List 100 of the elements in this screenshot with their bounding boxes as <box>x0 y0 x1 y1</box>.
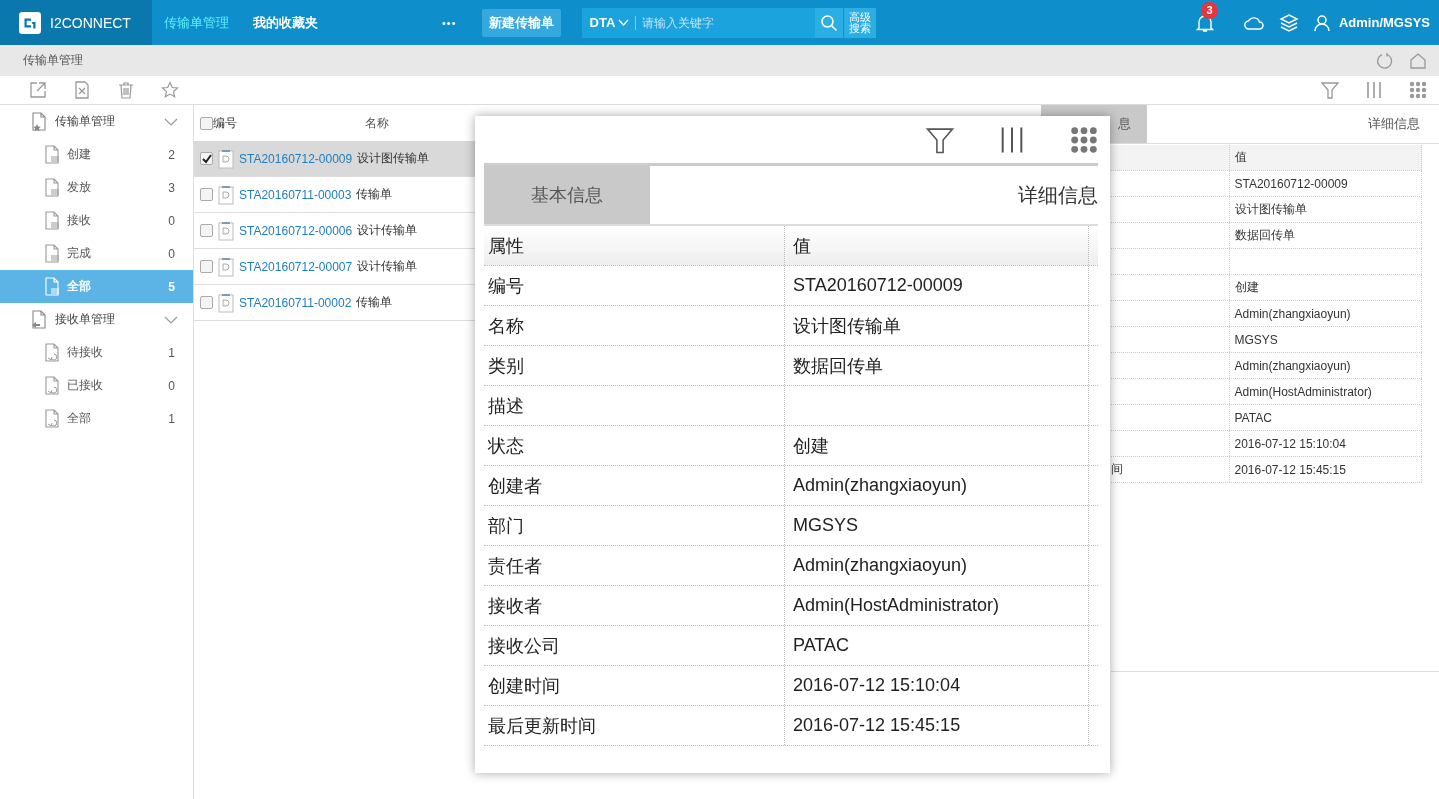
table-cell-text: 创建 <box>793 434 829 458</box>
document-icon <box>45 244 61 263</box>
table-cell: PATAC <box>793 635 849 656</box>
item-count: 0 <box>168 213 175 228</box>
row-checkbox[interactable] <box>200 296 213 309</box>
table-cell: PATAC <box>1234 410 1272 425</box>
user-icon[interactable] <box>1313 13 1331 32</box>
table-cell: 描述 <box>484 386 785 425</box>
column-header: 值 <box>1229 145 1422 170</box>
table-cell: STA20160712-00009 <box>793 275 963 296</box>
table-cell-text: 间 <box>1110 461 1123 478</box>
table-cell: 设计图传输单 <box>1234 201 1307 218</box>
sidebar-item[interactable]: 接收 0 <box>0 204 193 237</box>
table-cell: Admin(zhangxiaoyun) <box>793 555 968 576</box>
document-icon <box>45 376 61 395</box>
table-cell: 创建时间 <box>484 666 785 705</box>
sidebar-item[interactable]: 已接收 0 <box>0 369 193 402</box>
table-cell: 创建 <box>1234 279 1259 296</box>
table-cell-text: 设计图传输单 <box>793 314 901 338</box>
document-icon <box>45 409 61 428</box>
document-link[interactable]: STA20160711-00003 <box>239 187 352 202</box>
table-cell: 传输单 <box>356 186 393 203</box>
item-count: 5 <box>168 279 175 294</box>
document-icon <box>45 343 61 362</box>
logo-icon <box>19 11 41 34</box>
item-count: 2 <box>168 147 175 162</box>
document-link[interactable]: STA20160712-00007 <box>239 259 353 274</box>
table-cell: 设计图传输单 <box>357 150 430 167</box>
select-all-checkbox[interactable] <box>200 116 213 130</box>
item-count: 3 <box>168 180 175 195</box>
document-icon <box>218 148 234 169</box>
sidebar-item[interactable]: 全部 1 <box>0 402 193 435</box>
nav-tab[interactable]: 我的收藏夹 <box>241 13 330 32</box>
document-icon <box>45 178 61 197</box>
table-cell: 部门 <box>484 506 785 545</box>
star-icon[interactable] <box>161 81 179 99</box>
search-button[interactable] <box>814 7 843 38</box>
sidebar-item[interactable]: 完成 0 <box>0 237 193 270</box>
item-count: 0 <box>168 246 175 261</box>
layers-icon[interactable] <box>1279 12 1299 33</box>
table-cell: 2016-07-12 15:45:15 <box>793 715 961 736</box>
table-cell: MGSYS <box>793 515 858 536</box>
table-cell: 接收者 <box>484 586 785 625</box>
filter-icon[interactable] <box>926 125 954 154</box>
column-header: 属性 <box>484 226 785 265</box>
table-cell: 设计传输单 <box>357 222 418 239</box>
table-cell: 2016-07-12 15:10:04 <box>793 675 961 696</box>
table-cell: 2016-07-12 15:10:04 <box>1234 436 1346 451</box>
document-link[interactable]: STA20160712-00006 <box>239 223 353 238</box>
refresh-icon[interactable] <box>1376 51 1394 70</box>
sidebar-group[interactable]: 接收单管理 <box>0 303 193 336</box>
table-cell: 2016-07-12 15:45:15 <box>1234 462 1346 477</box>
document-link[interactable]: STA20160711-00002 <box>239 295 352 310</box>
sidebar-item[interactable]: 发放 3 <box>0 171 193 204</box>
table-cell-text: 数据回传单 <box>793 354 883 378</box>
home-icon[interactable] <box>1409 51 1427 70</box>
trash-icon[interactable] <box>117 81 135 99</box>
search-icon <box>819 13 838 32</box>
table-cell: 设计传输单 <box>357 258 418 275</box>
breadcrumb: 传输单管理 <box>23 52 83 69</box>
table-cell: 类别 <box>484 346 785 385</box>
notification-badge: 3 <box>1201 1 1218 19</box>
column-header: 编号 <box>213 114 238 132</box>
tab[interactable]: 基本信息 <box>484 166 650 224</box>
row-checkbox[interactable] <box>200 224 213 237</box>
table-cell: 数据回传单 <box>1234 227 1295 244</box>
document-icon <box>218 292 234 313</box>
document-star-icon <box>31 111 49 132</box>
sidebar-item[interactable]: 创建 2 <box>0 138 193 171</box>
table-cell: Admin(zhangxiaoyun) <box>793 475 968 496</box>
logo-text: I2CONNECT <box>50 14 131 31</box>
table-cell: Admin(HostAdministrator) <box>793 595 1000 616</box>
document-icon <box>45 145 61 164</box>
table-cell: 传输单 <box>356 294 393 311</box>
row-checkbox[interactable] <box>200 260 213 273</box>
document-icon <box>218 184 234 205</box>
document-arrow-icon <box>31 309 49 330</box>
column-header: 名称 <box>365 114 389 132</box>
document-icon <box>45 211 61 230</box>
row-checkbox[interactable] <box>200 188 213 201</box>
item-count: 0 <box>168 378 175 393</box>
table-cell: 最后更新时间 <box>484 706 785 745</box>
column-header: 值 <box>785 226 1089 265</box>
table-cell: 名称 <box>484 306 785 345</box>
export-icon[interactable] <box>29 81 47 99</box>
table-cell: 责任者 <box>484 546 785 585</box>
more-button[interactable]: ••• <box>442 16 457 29</box>
table-cell: Admin(HostAdministrator) <box>1234 384 1372 399</box>
sidebar-group[interactable]: 传输单管理 <box>0 105 193 138</box>
grid-icon[interactable] <box>1409 81 1427 99</box>
user-name[interactable]: Admin/MGSYS <box>1339 15 1430 30</box>
table-cell: Admin(zhangxiaoyun) <box>1234 306 1351 321</box>
row-checkbox[interactable] <box>200 152 213 165</box>
sidebar-item[interactable]: 待接收 1 <box>0 336 193 369</box>
grid-icon[interactable] <box>1070 125 1098 154</box>
document-icon <box>45 277 61 296</box>
cancel-document-icon[interactable] <box>73 81 91 99</box>
table-cell: 状态 <box>484 426 785 465</box>
table-cell: 接收公司 <box>484 626 785 665</box>
chevron-down-icon <box>618 18 630 27</box>
